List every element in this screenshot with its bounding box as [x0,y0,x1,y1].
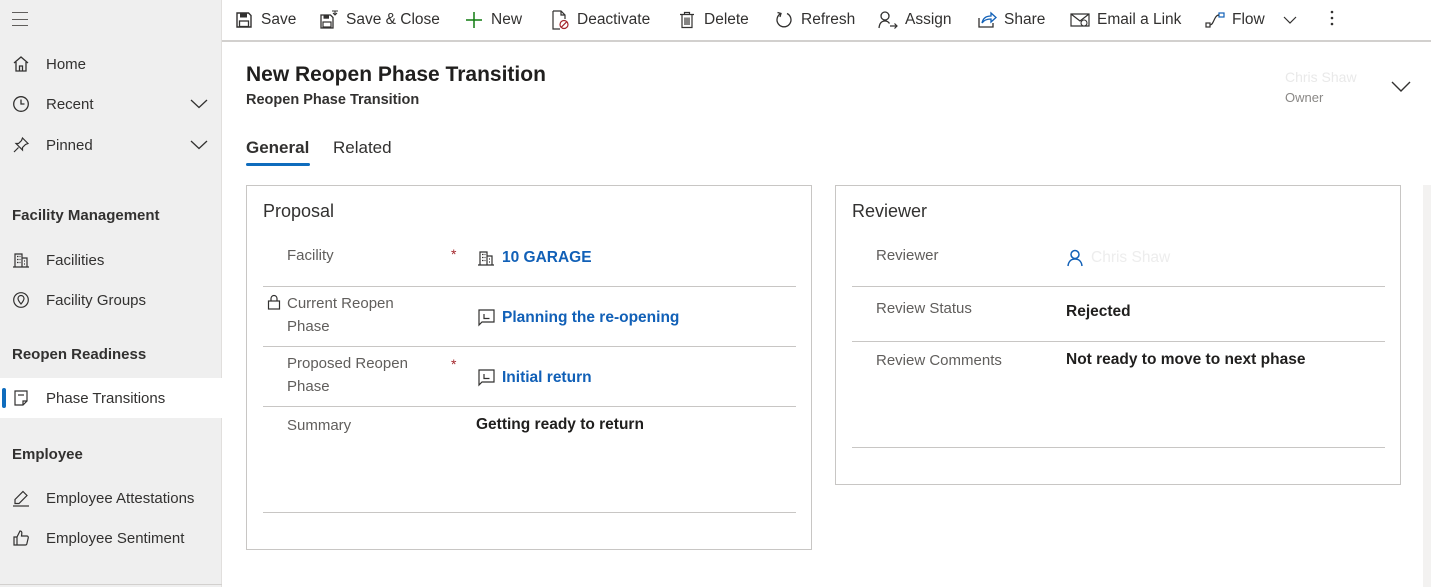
share-icon [977,10,997,30]
sidebar-item-label: Home [46,55,87,73]
facility-label: Facility [287,247,334,264]
owner-name[interactable]: Chris Shaw [1285,69,1357,85]
sidebar-item-label: Facility Groups [46,291,147,309]
command-bar: Save Save & Close New Deactivate Delete … [222,0,1431,42]
delete-button[interactable]: Delete [677,0,749,40]
flow-button[interactable]: Flow [1205,0,1297,40]
page-title: New Reopen Phase Transition [246,63,546,86]
flow-icon [1205,10,1225,30]
phase-icon [476,308,496,328]
review-comments-label: Review Comments [876,352,1002,369]
group-title-employee: Employee [12,446,83,463]
sidebar-item-facilities[interactable]: Facilities [0,240,222,280]
field-divider [263,406,796,407]
save-icon [234,10,254,30]
deactivate-button[interactable]: Deactivate [550,0,650,40]
section-title: Proposal [263,201,335,221]
assign-button[interactable]: Assign [878,0,952,40]
review-comments-value[interactable]: Not ready to move to next phase [1066,351,1305,369]
section-title: Reviewer [852,201,928,221]
refresh-icon [774,10,794,30]
sidebar-item-employee-attestations[interactable]: Employee Attestations [0,478,222,518]
field-divider [263,346,796,347]
current-phase-label: Current Reopen Phase [287,295,394,335]
trash-icon [677,10,697,30]
clock-icon [11,94,31,114]
chevron-down-icon[interactable] [190,96,208,113]
save-close-icon [319,10,339,30]
proposed-phase-label: Proposed Reopen Phase [287,355,408,395]
email-link-button[interactable]: Email a Link [1070,0,1181,40]
person-icon [1065,248,1085,268]
sidebar-item-label: Pinned [46,136,93,154]
field-divider [263,512,796,513]
sidebar: Home Recent Pinned Facility Management F… [0,0,222,587]
pin-icon [11,135,31,155]
thumbs-up-icon [11,528,31,548]
facility-lookup-value[interactable]: 10 GARAGE [476,248,592,268]
location-group-icon [11,290,31,310]
summary-value[interactable]: Getting ready to return [476,416,644,434]
sidebar-item-label: Phase Transitions [46,389,166,407]
tab-related[interactable]: Related [333,138,392,158]
proposed-phase-lookup-value[interactable]: Initial return [476,368,592,388]
summary-label: Summary [287,417,352,434]
pen-icon [11,488,31,508]
more-vertical-icon [1330,9,1334,32]
field-divider [263,286,796,287]
field-divider [852,286,1385,287]
chevron-down-icon[interactable] [190,137,208,154]
sidebar-divider [0,584,222,585]
review-status-value[interactable]: Rejected [1066,303,1131,321]
current-phase-lookup-value[interactable]: Planning the re-opening [476,308,679,328]
assign-person-icon [878,10,898,30]
field-divider [852,341,1385,342]
new-button[interactable]: New [464,0,522,40]
more-commands-button[interactable] [1330,0,1334,40]
note-icon [11,388,31,408]
group-title-facility-management: Facility Management [12,207,160,224]
sidebar-item-label: Recent [46,95,94,113]
reviewer-section: Reviewer Reviewer Chris Shaw Review Stat… [835,185,1401,485]
tab-active-indicator [246,163,310,166]
group-title-reopen-readiness: Reopen Readiness [12,346,147,363]
reviewer-lookup-value[interactable]: Chris Shaw [1065,248,1170,268]
sidebar-item-facility-groups[interactable]: Facility Groups [0,280,222,320]
sidebar-item-phase-transitions[interactable]: Phase Transitions [0,378,222,418]
deactivate-icon [550,10,570,30]
field-divider [852,447,1385,448]
email-link-icon [1070,10,1090,30]
sidebar-item-employee-sentiment[interactable]: Employee Sentiment [0,518,222,558]
entity-subtitle: Reopen Phase Transition [246,92,420,108]
building-icon [11,250,31,270]
phase-icon [476,368,496,388]
chevron-down-icon[interactable] [1283,11,1297,29]
building-icon [476,248,496,268]
refresh-button[interactable]: Refresh [774,0,855,40]
scrollbar[interactable] [1423,185,1431,587]
save-button[interactable]: Save [234,0,296,40]
required-indicator: * [451,356,457,372]
reviewer-label: Reviewer [876,247,939,264]
sidebar-item-label: Employee Attestations [46,489,195,507]
plus-icon [464,10,484,30]
save-close-button[interactable]: Save & Close [319,0,440,40]
sidebar-item-home[interactable]: Home [0,44,222,84]
lock-icon [267,294,281,315]
hamburger-menu-icon[interactable] [12,12,28,26]
home-icon [11,54,31,74]
sidebar-item-label: Employee Sentiment [46,529,185,547]
sidebar-item-pinned[interactable]: Pinned [0,125,222,165]
proposal-section: Proposal Facility * 10 GARAGE Current Re… [246,185,812,550]
sidebar-item-label: Facilities [46,251,105,269]
required-indicator: * [451,246,457,262]
chevron-down-icon[interactable] [1391,80,1411,98]
share-button[interactable]: Share [977,0,1045,40]
owner-label: Owner [1285,90,1324,105]
review-status-label: Review Status [876,300,972,317]
sidebar-item-recent[interactable]: Recent [0,84,222,124]
tab-general[interactable]: General [246,138,309,158]
